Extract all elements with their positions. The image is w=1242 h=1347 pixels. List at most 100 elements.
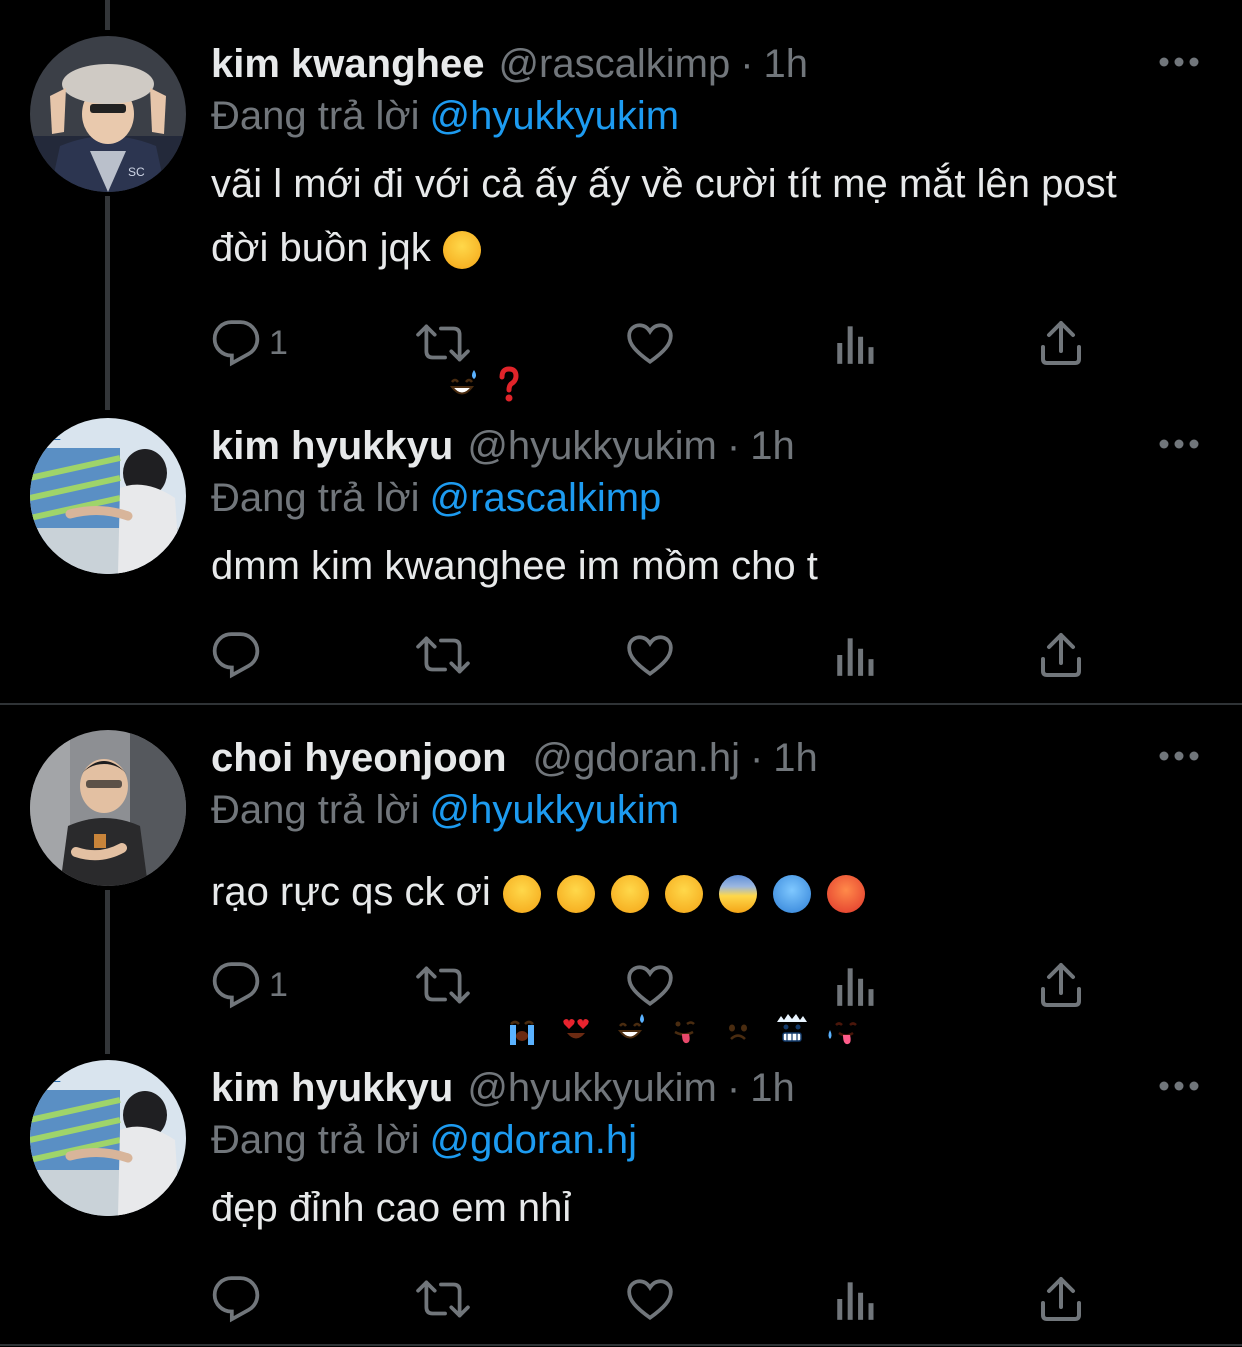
grinning-sweat-emoji (610, 875, 649, 1039)
like-button[interactable] (625, 630, 675, 680)
share-icon (1041, 1277, 1081, 1321)
reply-count: 1 (269, 965, 288, 1004)
avatar[interactable]: ZiE (30, 418, 186, 574)
reply-to-handle[interactable]: @rascalkimp (430, 476, 662, 520)
reply-icon (212, 1276, 260, 1323)
share-icon (1041, 633, 1081, 677)
analytics-icon (837, 968, 874, 1006)
separator-dot: · (726, 424, 741, 468)
like-icon (627, 635, 673, 677)
timestamp[interactable]: 1h (764, 40, 809, 88)
analytics-button[interactable] (834, 318, 878, 368)
like-button[interactable] (625, 960, 675, 1010)
share-icon (1041, 321, 1081, 365)
emoji-row (502, 875, 865, 1046)
reply-to-handle[interactable]: @gdoran.hj (430, 1118, 637, 1162)
retweet-button[interactable] (416, 1274, 470, 1324)
replying-to: Đang trả lời @hyukkyukim (211, 786, 679, 834)
reply-button[interactable] (211, 1274, 269, 1324)
share-icon (1041, 963, 1081, 1007)
display-name[interactable]: kim kwanghee (211, 40, 484, 88)
user-handle[interactable]: @gdoran.hj (533, 734, 740, 782)
timestamp[interactable]: 1h (750, 422, 795, 470)
tweet[interactable]: ZiE kim hyukkyu @hyukkyukim · 1h Đang tr… (0, 1024, 1242, 1344)
tweet-text: rạo rực qs ck ơi (211, 860, 1211, 1046)
retweet-icon (416, 966, 470, 1004)
emoji-row (442, 231, 521, 402)
loudly-crying-emoji (502, 875, 541, 1046)
timestamp[interactable]: 1h (773, 734, 818, 782)
tweet-actions (211, 1274, 1091, 1324)
tweet-text: đẹp đỉnh cao em nhỉ (211, 1176, 1211, 1240)
svg-text:SC: SC (128, 165, 145, 179)
user-handle[interactable]: @rascalkimp (498, 40, 730, 88)
share-button[interactable] (1039, 630, 1083, 680)
red-question-mark-icon (497, 231, 521, 402)
bottom-divider (0, 1344, 1242, 1346)
display-name[interactable]: kim hyukkyu (211, 1064, 453, 1112)
tweet-text-content: dmm kim kwanghee im mồm cho t (211, 544, 818, 588)
reply-icon (212, 320, 260, 367)
tweet[interactable]: SC kim kwanghee @rascalkimp · 1h Đang tr… (0, 0, 1242, 402)
retweet-icon (416, 1280, 470, 1318)
replying-to: Đang trả lời @hyukkyukim (211, 92, 679, 140)
reply-to-handle[interactable]: @hyukkyukim (430, 788, 680, 832)
more-options-icon[interactable] (1158, 746, 1200, 766)
reply-button[interactable]: 1 (211, 318, 288, 368)
separator-dot: · (726, 1066, 741, 1110)
like-button[interactable] (625, 1274, 675, 1324)
replying-to-label: Đang trả lời (211, 476, 420, 520)
tweet-header: choi hyeonjoon @gdoran.hj · 1h (211, 734, 818, 782)
timestamp[interactable]: 1h (750, 1064, 795, 1112)
retweet-button[interactable] (416, 630, 470, 680)
avatar[interactable] (30, 730, 186, 886)
tweet-actions: 1 (211, 318, 1091, 368)
avatar[interactable]: ZiE (30, 1060, 186, 1216)
share-button[interactable] (1039, 318, 1083, 368)
user-handle[interactable]: @hyukkyukim (467, 422, 717, 470)
reply-to-handle[interactable]: @hyukkyukim (430, 94, 680, 138)
analytics-icon (837, 1282, 874, 1320)
reply-button[interactable] (211, 630, 269, 680)
tweet[interactable]: ZiE kim hyukkyu @hyukkyukim · 1h Đang tr… (0, 380, 1242, 700)
like-button[interactable] (625, 318, 675, 368)
tweet-text-content: rạo rực qs ck ơi (211, 870, 491, 914)
replying-to: Đang trả lời @rascalkimp (211, 474, 661, 522)
share-button[interactable] (1039, 1274, 1083, 1324)
share-button[interactable] (1039, 960, 1083, 1010)
analytics-icon (837, 638, 874, 676)
more-options-icon[interactable] (1158, 1076, 1200, 1096)
reply-icon (212, 962, 260, 1009)
cold-face-emoji (772, 875, 811, 1043)
replying-to-label: Đang trả lời (211, 94, 420, 138)
display-name[interactable]: kim hyukkyu (211, 422, 453, 470)
hot-face-emoji (826, 875, 865, 1045)
heart-eyes-emoji (556, 875, 595, 1039)
tweet-text: vãi l mới đi với cả ấy ấy về cười tít mẹ… (211, 152, 1211, 402)
tweet-text-content: đẹp đỉnh cao em nhỉ (211, 1186, 572, 1230)
reply-count: 1 (269, 323, 288, 362)
analytics-button[interactable] (834, 1274, 878, 1324)
tweet-header: kim hyukkyu @hyukkyukim · 1h (211, 1064, 795, 1112)
replying-to: Đang trả lời @gdoran.hj (211, 1116, 637, 1164)
svg-text:ZiE: ZiE (40, 1069, 61, 1085)
analytics-button[interactable] (834, 960, 878, 1010)
retweet-icon (416, 636, 470, 674)
retweet-button[interactable] (416, 960, 470, 1010)
user-handle[interactable]: @hyukkyukim (467, 1064, 717, 1112)
like-icon (627, 1279, 673, 1321)
tweet-header: kim kwanghee @rascalkimp · 1h (211, 40, 808, 88)
more-options-icon[interactable] (1158, 52, 1200, 72)
retweet-icon (416, 324, 470, 362)
more-options-icon[interactable] (1158, 434, 1200, 454)
avatar[interactable]: SC (30, 36, 186, 192)
tweet[interactable]: choi hyeonjoon @gdoran.hj · 1h Đang trả … (0, 694, 1242, 1046)
separator-dot: · (749, 736, 764, 780)
retweet-button[interactable] (416, 318, 470, 368)
analytics-icon (837, 326, 874, 364)
reply-button[interactable]: 1 (211, 960, 288, 1010)
svg-text:ZiE: ZiE (40, 427, 61, 443)
fearful-emoji (718, 875, 757, 1041)
analytics-button[interactable] (834, 630, 878, 680)
display-name[interactable]: choi hyeonjoon (211, 734, 507, 782)
